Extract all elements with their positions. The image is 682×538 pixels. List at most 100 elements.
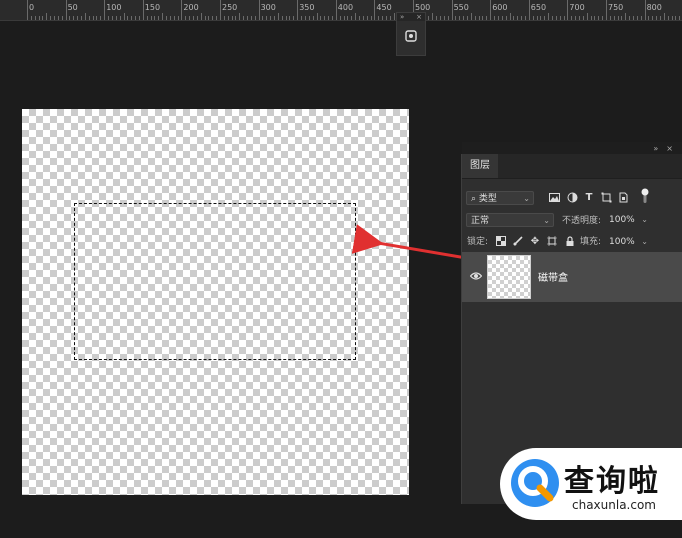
ruler-minor-tick bbox=[231, 16, 233, 20]
tab-layers[interactable]: 图层 bbox=[462, 154, 498, 178]
ruler-minor-tick bbox=[563, 16, 565, 20]
ruler-minor-tick bbox=[671, 16, 673, 20]
collapse-icon[interactable]: » bbox=[400, 13, 404, 21]
ruler-minor-tick bbox=[38, 16, 40, 20]
smart-object-filter-icon[interactable] bbox=[617, 192, 629, 204]
ruler-minor-tick bbox=[378, 16, 380, 20]
ruler-minor-tick bbox=[509, 13, 511, 20]
visibility-eye-icon[interactable] bbox=[470, 271, 482, 281]
adjustment-filter-icon[interactable] bbox=[566, 192, 578, 204]
ruler-minor-tick bbox=[467, 16, 469, 20]
ruler-minor-tick bbox=[652, 16, 654, 20]
horizontal-ruler[interactable]: 0 50 100 150 200 250 300 350 400 450 500 550 600 650 7… bbox=[0, 0, 682, 21]
layer-thumbnail[interactable] bbox=[487, 255, 531, 299]
ruler-minor-tick bbox=[393, 13, 395, 20]
ruler-major-tick bbox=[220, 0, 221, 20]
filter-toggle-icon[interactable] bbox=[639, 188, 651, 203]
ruler-minor-tick bbox=[347, 16, 349, 20]
ruler-minor-tick bbox=[84, 13, 86, 20]
ruler-minor-tick bbox=[482, 16, 484, 20]
watermark-badge: 查询啦 chaxunla.com bbox=[500, 448, 682, 520]
ruler-minor-tick bbox=[343, 16, 345, 20]
ruler-minor-tick bbox=[277, 13, 279, 20]
ruler-tick-label: 550 bbox=[453, 3, 469, 12]
ruler-minor-tick bbox=[617, 16, 619, 20]
lock-all-icon[interactable] bbox=[564, 236, 576, 248]
ruler-minor-tick bbox=[30, 16, 32, 20]
ruler-tick-label: 700 bbox=[569, 3, 585, 12]
ruler-minor-tick bbox=[625, 13, 627, 20]
ruler-minor-tick bbox=[111, 16, 113, 20]
fill-value: 100% bbox=[609, 237, 635, 247]
ruler-major-tick bbox=[297, 0, 299, 20]
rectangular-selection[interactable] bbox=[74, 203, 356, 360]
ruler-major-tick bbox=[644, 0, 646, 20]
lock-transparent-icon[interactable] bbox=[495, 236, 507, 248]
panel-close-icon[interactable]: × bbox=[666, 144, 673, 153]
ruler-minor-tick bbox=[301, 16, 303, 20]
type-filter-icon[interactable]: T bbox=[583, 192, 595, 204]
blend-mode-select[interactable]: 正常 ⌄ bbox=[466, 213, 554, 227]
layer-name[interactable]: 磁带盒 bbox=[538, 269, 568, 284]
ruler-tick-label: 450 bbox=[376, 3, 392, 12]
ruler-minor-tick bbox=[274, 16, 276, 20]
ruler-minor-tick bbox=[532, 16, 534, 20]
ruler-minor-tick bbox=[289, 16, 291, 20]
ruler-minor-tick bbox=[544, 16, 546, 20]
ruler-minor-tick bbox=[57, 16, 59, 20]
ruler-minor-tick bbox=[667, 16, 669, 20]
ruler-minor-tick bbox=[92, 16, 94, 20]
filter-kind-select[interactable]: ⌕ 类型 ⌄ bbox=[466, 191, 534, 205]
ruler-minor-tick bbox=[517, 16, 519, 20]
panel-tab-row: 图层 bbox=[462, 154, 682, 179]
ruler-minor-tick bbox=[648, 16, 650, 20]
watermark-title: 查询啦 bbox=[564, 464, 660, 499]
adjustments-icon[interactable] bbox=[404, 29, 418, 43]
image-filter-icon[interactable] bbox=[548, 192, 560, 204]
ruler-minor-tick bbox=[675, 16, 677, 20]
ruler-minor-tick bbox=[602, 16, 604, 20]
shape-filter-icon[interactable] bbox=[600, 192, 612, 204]
lock-artboard-icon[interactable] bbox=[546, 236, 558, 248]
opacity-input[interactable]: 100% ⌄ bbox=[605, 213, 651, 227]
search-logo-icon bbox=[511, 459, 559, 507]
ruler-minor-tick bbox=[355, 13, 357, 20]
ruler-major-tick bbox=[142, 0, 144, 20]
ruler-minor-tick bbox=[609, 16, 611, 20]
ruler-minor-tick bbox=[316, 13, 318, 20]
document-canvas[interactable] bbox=[22, 109, 409, 495]
ruler-minor-tick bbox=[169, 16, 171, 20]
ruler-minor-tick bbox=[540, 16, 542, 20]
panel-collapse-icon[interactable]: » bbox=[653, 144, 658, 153]
ruler-minor-tick bbox=[629, 16, 631, 20]
panel-topbar: » × bbox=[462, 142, 682, 154]
lock-position-icon[interactable]: ✥ bbox=[529, 236, 541, 248]
ruler-minor-tick bbox=[281, 16, 283, 20]
ruler-minor-tick bbox=[640, 16, 642, 20]
chevron-down-icon: ⌄ bbox=[641, 215, 648, 224]
ruler-minor-tick bbox=[660, 16, 662, 20]
ruler-minor-tick bbox=[594, 16, 596, 20]
ruler-minor-tick bbox=[578, 16, 580, 20]
fill-input[interactable]: 100% ⌄ bbox=[605, 235, 651, 249]
ruler-minor-tick bbox=[663, 13, 665, 20]
ruler-tick-label: 800 bbox=[646, 3, 662, 12]
layer-row[interactable]: 磁带盒 bbox=[462, 252, 682, 302]
ruler-minor-tick bbox=[204, 16, 206, 20]
ruler-minor-tick bbox=[162, 13, 164, 20]
ruler-minor-tick bbox=[328, 16, 330, 20]
close-icon[interactable]: × bbox=[416, 13, 422, 21]
ruler-minor-tick bbox=[436, 16, 438, 20]
ruler-minor-tick bbox=[656, 16, 658, 20]
ruler-major-tick bbox=[528, 0, 530, 20]
ruler-minor-tick bbox=[270, 16, 272, 20]
ruler-minor-tick bbox=[513, 16, 515, 20]
lock-image-icon[interactable] bbox=[512, 236, 524, 248]
ruler-minor-tick bbox=[208, 16, 210, 20]
ruler-minor-tick bbox=[575, 16, 577, 20]
ruler-tick-label: 150 bbox=[144, 3, 161, 12]
floating-panel-header: » × bbox=[397, 13, 425, 21]
ruler-minor-tick bbox=[582, 16, 584, 20]
ruler-minor-tick bbox=[463, 16, 465, 20]
ruler-minor-tick bbox=[239, 13, 241, 20]
